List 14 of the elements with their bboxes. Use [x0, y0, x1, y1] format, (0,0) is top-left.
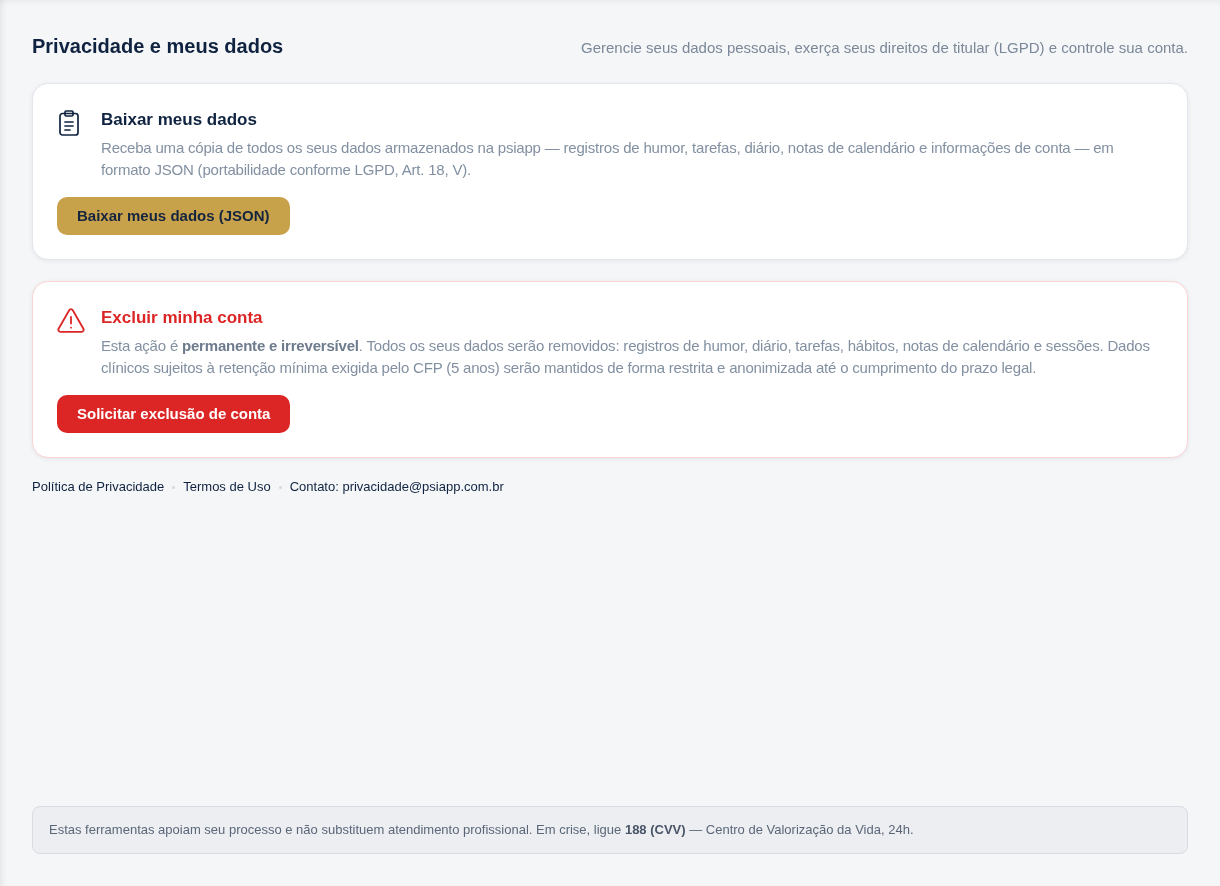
footer-link[interactable]: Contato: privacidade@psiapp.com.br [289, 478, 504, 496]
download-button[interactable]: Baixar meus dados (JSON) [57, 197, 290, 235]
clipboard-icon [57, 110, 81, 136]
page-title: Privacidade e meus dados [32, 34, 284, 59]
footer-link[interactable]: Termos de Uso [183, 478, 271, 496]
warning-icon [57, 308, 85, 333]
card-title: Baixar meus dados [101, 109, 258, 131]
card-description: Receba uma cópia de todos os seus dados armazenados na psiapp — registros de humor, tarefas, diário, notas de calendário e informações de conta — em formato JSON (portabilidade conforme LGPD, Art. 18, V). [101, 138, 1115, 180]
delete-account-button[interactable]: Solicitar exclusão de conta [57, 395, 291, 433]
card-description: Esta ação é permanente e irreversível. Todos os seus dados serão removidos: registros de humor, diário, tarefas, hábitos, notas de calendário e sessões. Dados clínicos sujeitos à retenção mínima exigida pelo CFP (5 anos) serão mantidos de forma restrita e anonimizada até o cumprimento do prazo legal. [101, 336, 1151, 378]
card-title: Excluir minha conta [101, 307, 264, 329]
page-subtitle: Gerencie seus dados pessoais, exerça seus direitos de titular (LGPD) e controle sua conta. [581, 38, 1188, 58]
notice-text: Estas ferramentas apoiam seu processo e não substituem atendimento profissional. Em crise, ligue 188 (CVV) — Centro de Valorização da Vida, 24h. [49, 821, 915, 839]
footer-link[interactable]: Política de Privacidade [32, 478, 165, 496]
